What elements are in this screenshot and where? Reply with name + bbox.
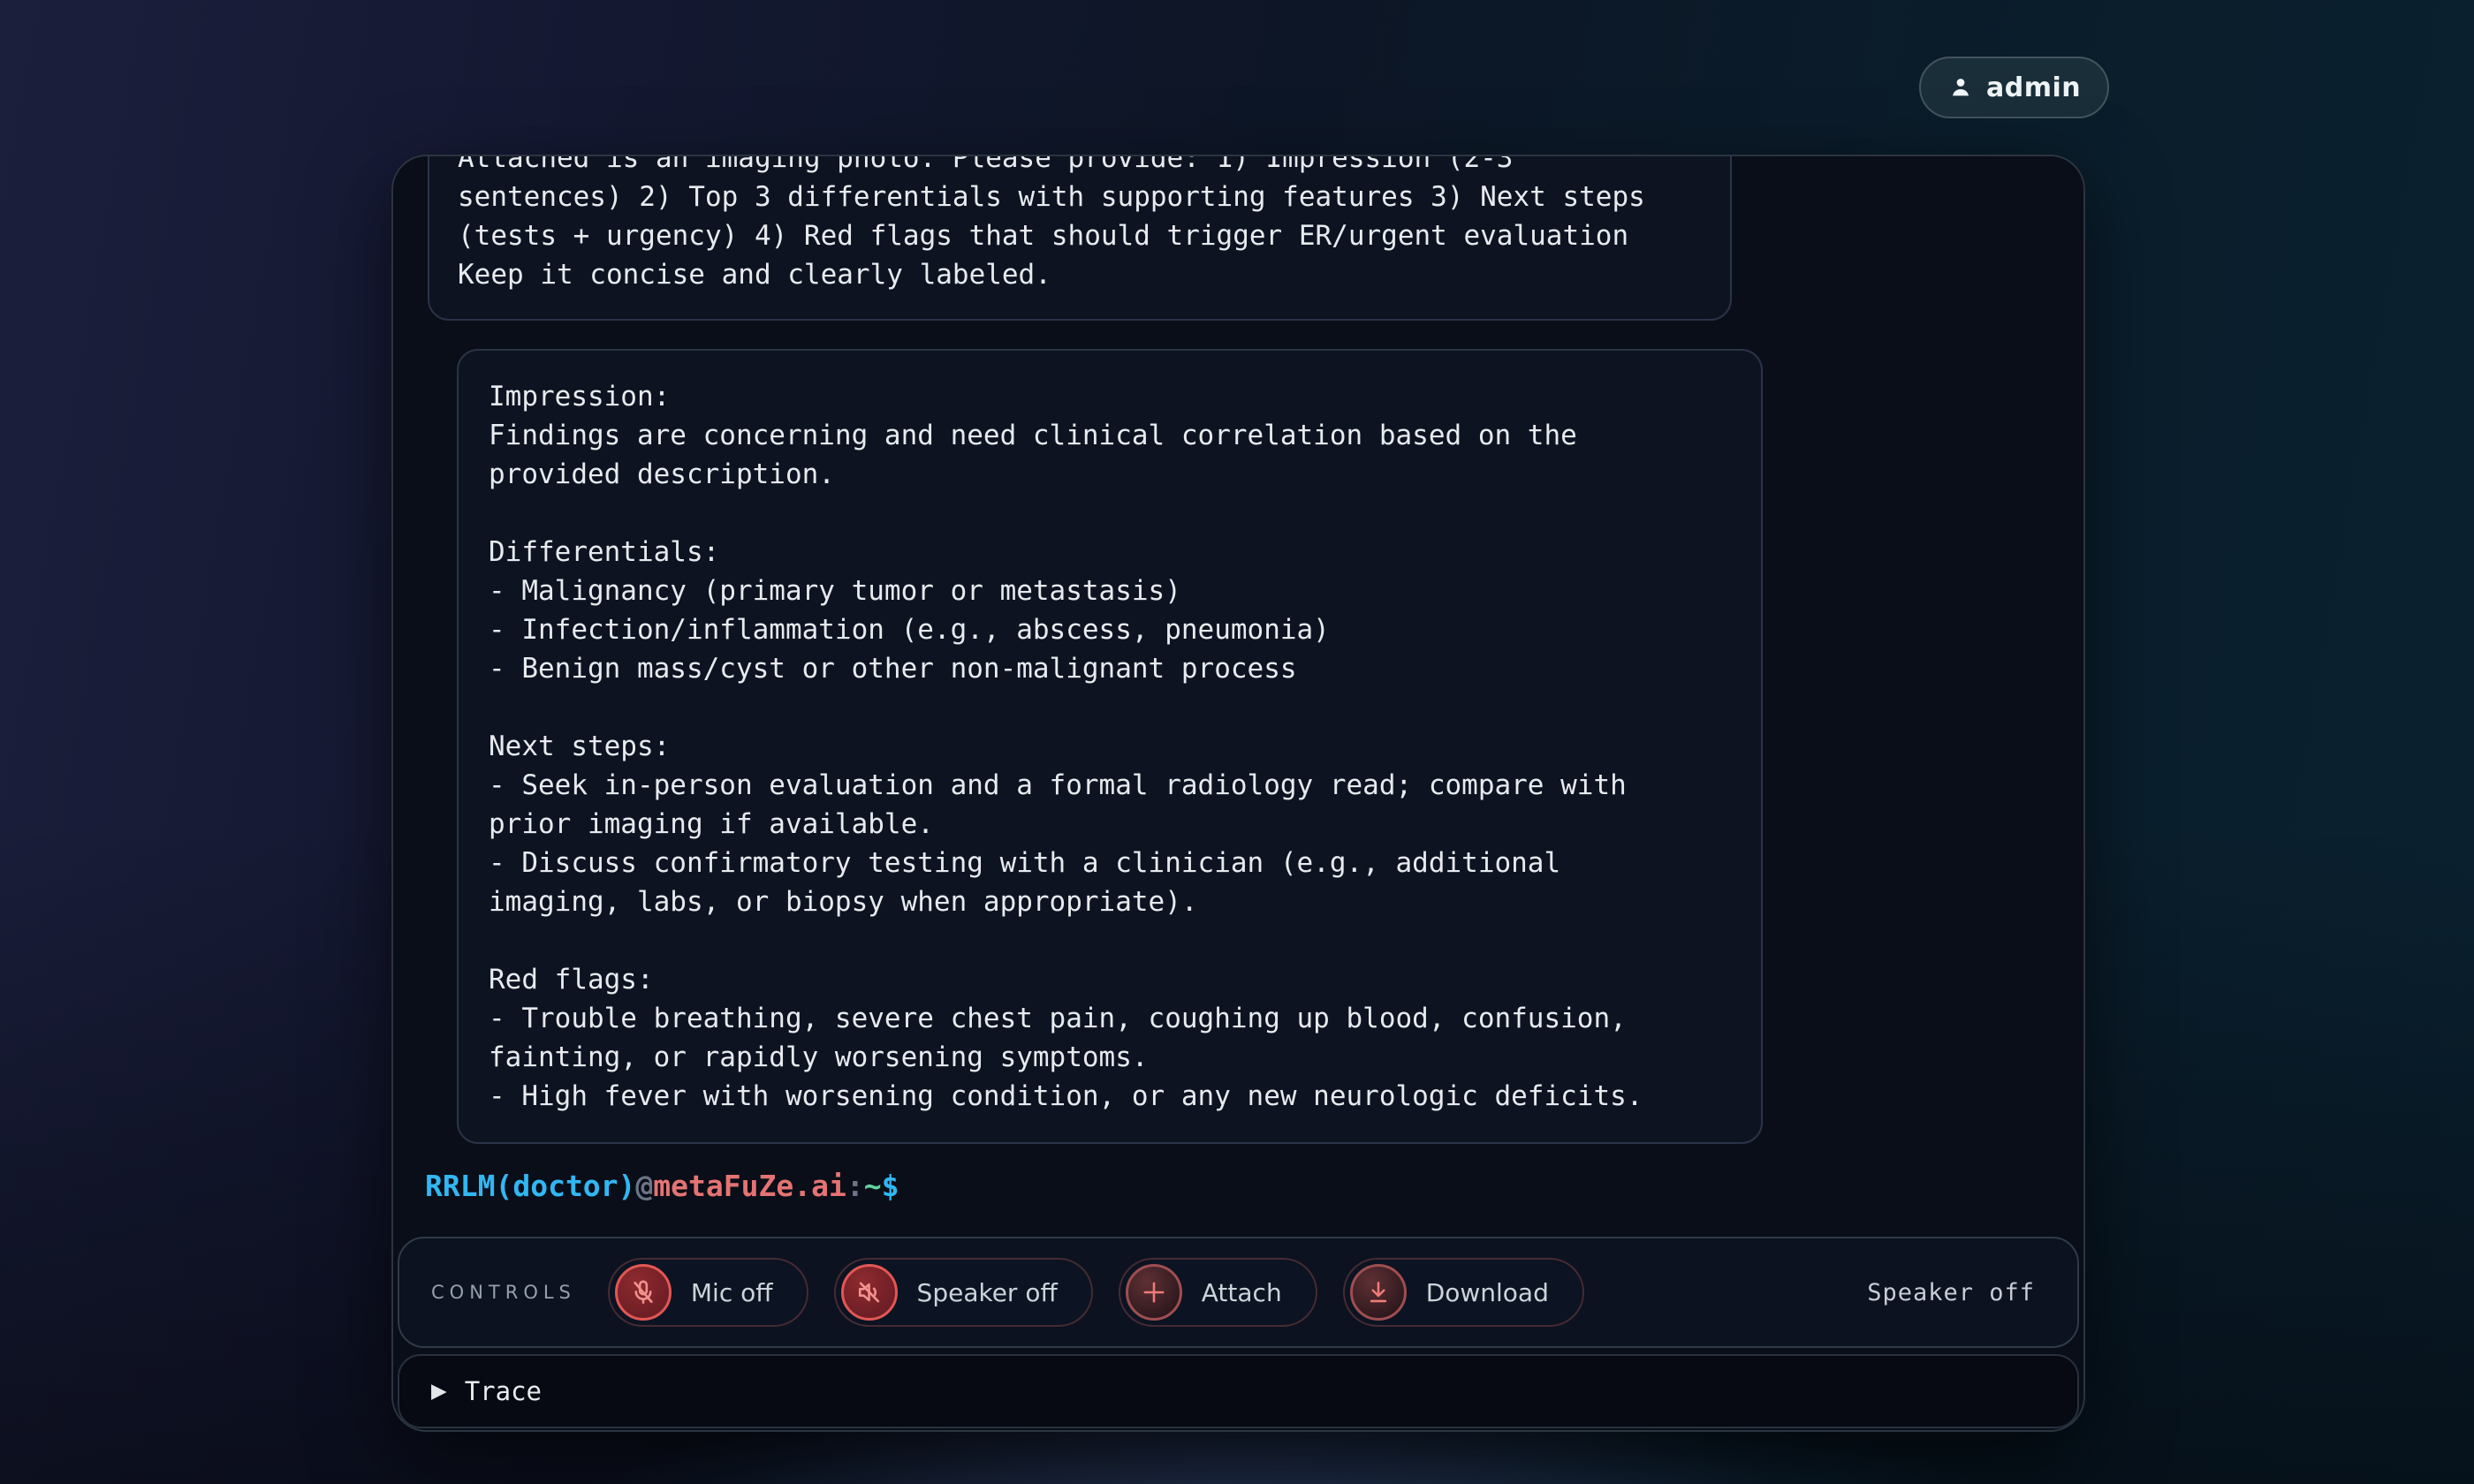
assistant-message-text: Impression: Findings are concerning and … bbox=[489, 377, 1731, 1116]
speaker-off-label: Speaker off bbox=[917, 1278, 1058, 1307]
prompt-at-separator: @ bbox=[635, 1169, 653, 1203]
controls-button-row: Mic off Speaker off bbox=[608, 1258, 1584, 1327]
controls-bar: CONTROLS Mic off bbox=[398, 1237, 2079, 1348]
trace-section[interactable]: ▶ Trace bbox=[398, 1354, 2079, 1428]
terminal-prompt[interactable]: RRLM(doctor)@metaFuZe.ai:~$ bbox=[425, 1169, 899, 1203]
attach-button[interactable]: Attach bbox=[1119, 1258, 1317, 1327]
controls-section-label: CONTROLS bbox=[431, 1282, 576, 1303]
trace-expander-icon: ▶ bbox=[431, 1380, 447, 1403]
user-message-bubble: Attached is an imaging photo. Please pro… bbox=[428, 156, 1732, 321]
attach-label: Attach bbox=[1202, 1278, 1282, 1307]
speaker-off-icon bbox=[841, 1264, 898, 1321]
trace-label: Trace bbox=[465, 1376, 542, 1406]
page-background: admin Attached is an imaging photo. Plea… bbox=[0, 0, 2474, 1484]
prompt-path: ~ bbox=[864, 1169, 882, 1203]
prompt-hostname: metaFuZe.ai bbox=[653, 1169, 846, 1203]
speaker-off-button[interactable]: Speaker off bbox=[834, 1258, 1093, 1327]
user-badge-label: admin bbox=[1986, 72, 2081, 103]
prompt-username: RRLM(doctor) bbox=[425, 1169, 635, 1203]
chat-transcript[interactable]: Attached is an imaging photo. Please pro… bbox=[393, 156, 2083, 1237]
mic-off-icon bbox=[615, 1264, 672, 1321]
prompt-colon-separator: : bbox=[846, 1169, 864, 1203]
prompt-dollar: $ bbox=[882, 1169, 899, 1203]
download-button[interactable]: Download bbox=[1343, 1258, 1584, 1327]
download-icon bbox=[1350, 1264, 1407, 1321]
user-message-text: Attached is an imaging photo. Please pro… bbox=[458, 156, 1702, 294]
download-label: Download bbox=[1426, 1278, 1549, 1307]
chat-window: Attached is an imaging photo. Please pro… bbox=[391, 155, 2085, 1432]
person-icon bbox=[1947, 74, 1974, 101]
mic-off-label: Mic off bbox=[691, 1278, 773, 1307]
assistant-message-bubble: Impression: Findings are concerning and … bbox=[457, 349, 1763, 1144]
plus-icon bbox=[1126, 1264, 1182, 1321]
mic-off-button[interactable]: Mic off bbox=[608, 1258, 808, 1327]
speaker-status-text: Speaker off bbox=[1867, 1279, 2035, 1306]
user-badge[interactable]: admin bbox=[1919, 57, 2109, 118]
